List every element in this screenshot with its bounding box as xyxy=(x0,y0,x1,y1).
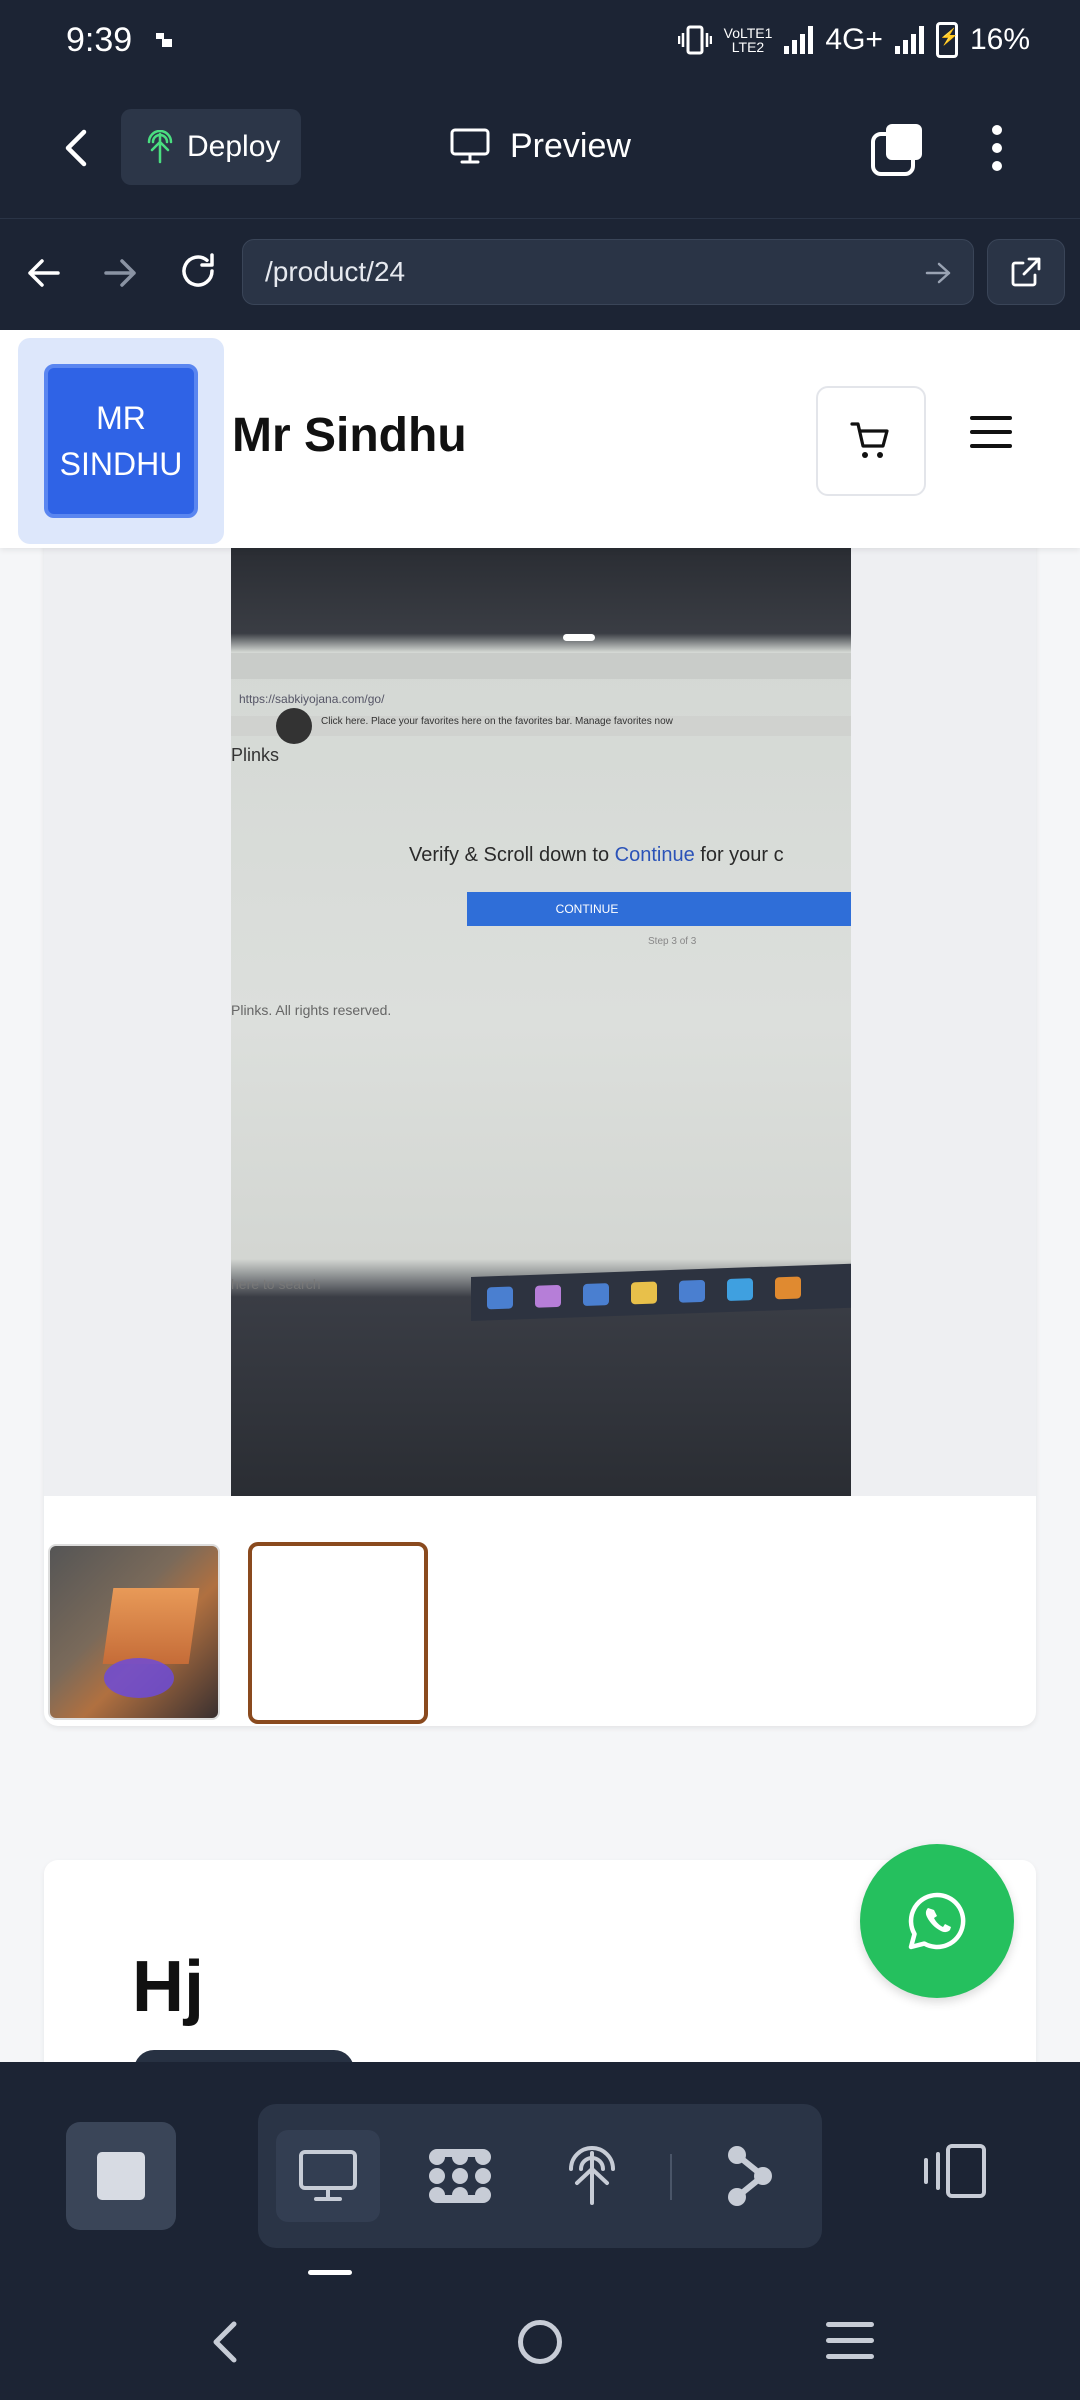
chevron-left-icon xyxy=(213,2321,237,2363)
site-logo-link[interactable]: MR SINDHU xyxy=(18,338,224,544)
product-title: Hj xyxy=(132,1947,204,2027)
signal-1-icon xyxy=(784,26,814,54)
verify-suffix: for your c xyxy=(694,844,784,866)
photo-tabbar xyxy=(231,653,851,679)
more-vertical-icon xyxy=(992,125,1002,171)
reload-button[interactable] xyxy=(176,249,220,298)
grid-dots-icon xyxy=(429,2149,491,2203)
site-name[interactable]: Mr Sindhu xyxy=(232,408,467,463)
site-logo: MR SINDHU xyxy=(44,364,198,518)
deploy-view-button[interactable] xyxy=(540,2130,644,2222)
go-arrow-icon[interactable] xyxy=(923,258,953,288)
code-view-button[interactable] xyxy=(408,2130,512,2222)
photo-address: https://sabkiyojana.com/go/ xyxy=(239,692,385,706)
system-back-button[interactable] xyxy=(206,2318,246,2371)
external-link-icon xyxy=(1011,257,1041,287)
deploy-button[interactable]: Deploy xyxy=(121,109,301,185)
arrow-right-icon xyxy=(104,259,136,287)
deploy-antenna-icon xyxy=(147,130,173,164)
preview-view-button[interactable] xyxy=(276,2130,380,2222)
open-external-button[interactable] xyxy=(987,239,1065,305)
thumbnail-2-selected[interactable] xyxy=(248,1542,428,1724)
network-type: 4G+ xyxy=(825,23,883,56)
active-tab-indicator xyxy=(308,2270,352,2275)
photo-search-text: here to search xyxy=(231,1276,321,1292)
browser-toolbar: /product/24 xyxy=(0,218,1080,330)
tabs-icon xyxy=(871,124,922,176)
photo-step-text: Step 3 of 3 xyxy=(648,936,697,947)
verify-highlight: Continue xyxy=(614,844,695,866)
notification-icon xyxy=(156,31,174,49)
thumbnail-laptop xyxy=(102,1588,200,1664)
photo-brand: Plinks xyxy=(231,745,280,765)
system-navigation xyxy=(0,2280,1080,2400)
network-labels: VoLTE1 LTE2 xyxy=(724,26,773,54)
back-button[interactable] xyxy=(50,120,106,176)
status-time: 9:39 xyxy=(66,20,133,59)
thumbnail-glow xyxy=(104,1658,174,1698)
photo-continue-button: CONTINUE xyxy=(467,892,851,926)
more-options-button[interactable] xyxy=(980,120,1014,176)
product-photo: https://sabkiyojana.com/go/ Click here. … xyxy=(231,548,851,1496)
preview-label: Preview xyxy=(510,126,631,165)
logo-line2: SINDHU xyxy=(59,446,183,482)
status-icons: VoLTE1 LTE2 4G+ 16% xyxy=(677,22,1030,58)
battery-level: 16% xyxy=(969,23,1030,56)
share-view-button[interactable] xyxy=(698,2130,802,2222)
product-gallery: https://sabkiyojana.com/go/ Click here. … xyxy=(44,530,1036,1726)
layout-toggle-button[interactable] xyxy=(920,2142,990,2205)
preview-title: Preview xyxy=(450,116,631,176)
monitor-icon xyxy=(450,128,490,164)
view-switcher xyxy=(258,2104,822,2248)
whatsapp-button[interactable] xyxy=(860,1844,1014,1998)
photo-rights-text: Plinks. All rights reserved. xyxy=(231,1002,392,1018)
product-badge xyxy=(134,2050,354,2062)
vibrate-icon xyxy=(677,25,712,55)
photo-favorites-bar: Click here. Place your favorites here on… xyxy=(231,716,851,736)
photo-verify-text: Verify & Scroll down to Continue for you… xyxy=(409,844,784,867)
photo-taskbar xyxy=(471,1263,851,1321)
arrow-left-icon xyxy=(28,259,60,287)
hamburger-icon xyxy=(970,416,1012,448)
battery-icon xyxy=(935,22,959,58)
reload-icon xyxy=(182,253,214,287)
editor-toolbar xyxy=(0,2062,1080,2280)
signal-2-icon xyxy=(894,26,924,54)
thumbnail-1[interactable] xyxy=(48,1544,220,1720)
tabs-button[interactable] xyxy=(870,122,926,178)
menu-button[interactable] xyxy=(970,416,1012,456)
browser-back-button[interactable] xyxy=(22,251,66,300)
photo-glare xyxy=(563,634,595,641)
browser-forward-button[interactable] xyxy=(98,251,142,300)
main-product-image[interactable]: https://sabkiyojana.com/go/ Click here. … xyxy=(44,530,1036,1496)
cart-button[interactable] xyxy=(816,386,926,496)
monitor-icon xyxy=(299,2150,357,2201)
app-header: Deploy Preview xyxy=(0,80,1080,218)
stop-icon xyxy=(97,2152,145,2200)
stop-button[interactable] xyxy=(66,2122,176,2230)
deploy-antenna-icon xyxy=(569,2146,615,2205)
logo-line1: MR xyxy=(96,400,146,436)
system-home-button[interactable] xyxy=(518,2320,562,2364)
system-recents-button[interactable] xyxy=(826,2322,874,2360)
recents-icon xyxy=(826,2322,874,2359)
branch-icon xyxy=(728,2146,772,2206)
url-text: /product/24 xyxy=(265,256,406,287)
deploy-label: Deploy xyxy=(187,130,281,163)
web-preview: MR SINDHU Mr Sindhu https://sabkiyojana.… xyxy=(0,330,1080,2062)
status-bar: 9:39 VoLTE1 LTE2 4G+ 16% xyxy=(0,0,1080,80)
photo-blob xyxy=(276,708,312,744)
verify-prefix: Verify & Scroll down to xyxy=(409,844,615,866)
site-header: MR SINDHU Mr Sindhu xyxy=(0,330,1080,548)
url-input[interactable]: /product/24 xyxy=(242,239,974,305)
whatsapp-icon xyxy=(908,1892,966,1950)
toolbar-divider xyxy=(670,2154,672,2200)
chevron-left-icon xyxy=(65,129,87,167)
network-label-bottom: LTE2 xyxy=(731,39,765,55)
split-view-icon xyxy=(924,2144,986,2198)
cart-icon xyxy=(850,422,889,458)
